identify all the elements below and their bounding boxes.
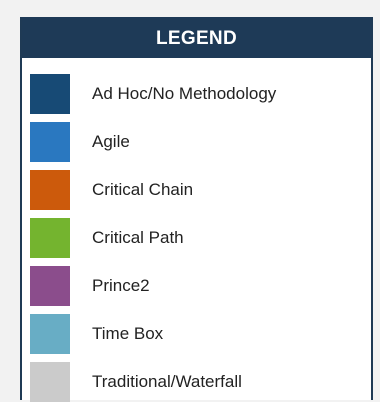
legend-label: Ad Hoc/No Methodology [92,84,277,103]
legend-swatch [30,170,70,210]
legend-item: Critical Path [30,218,360,258]
legend-item: Agile [30,122,360,162]
legend-label: Traditional/Waterfall [92,372,242,391]
legend-swatch [30,266,70,306]
legend-swatch [30,122,70,162]
legend-item: Traditional/Waterfall [30,362,360,402]
legend-swatch [30,74,70,114]
legend-label: Critical Chain [92,180,194,199]
legend-item: Critical Chain [30,170,360,210]
legend-swatch [30,218,70,258]
legend-item: Time Box [30,314,360,354]
legend-label: Critical Path [92,228,184,247]
legend-label: Time Box [92,324,164,343]
legend-swatch [30,314,70,354]
legend-item: Ad Hoc/No Methodology [30,74,360,114]
legend-label: Prince2 [92,276,150,295]
legend-title: LEGEND [22,17,371,58]
legend-panel: LEGEND Ad Hoc/No Methodology Agile Critica… [20,17,373,402]
legend-label: Agile [92,132,130,151]
legend-item: Prince2 [30,266,360,306]
legend-swatch [30,362,70,402]
